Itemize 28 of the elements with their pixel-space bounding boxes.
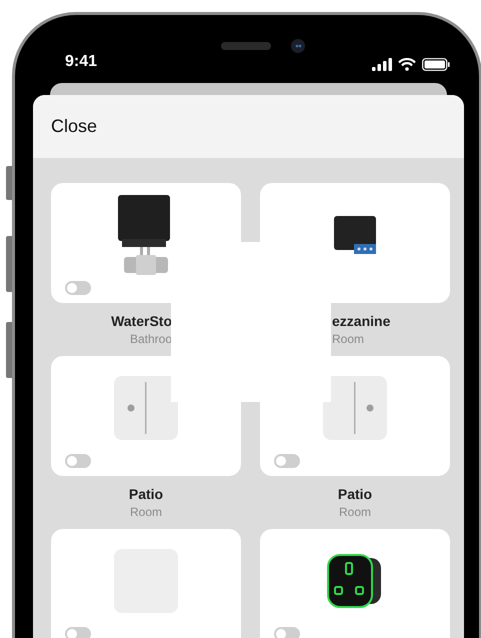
smart-plug-drawing bbox=[327, 554, 383, 608]
side-button[interactable] bbox=[6, 166, 12, 200]
device-name: Patio bbox=[128, 486, 164, 502]
signal-icon bbox=[372, 58, 392, 71]
toggle-switch[interactable] bbox=[274, 454, 300, 468]
device-card[interactable] bbox=[260, 529, 450, 638]
side-button[interactable] bbox=[6, 322, 12, 378]
toggle-switch[interactable] bbox=[65, 281, 91, 295]
status-time: 9:41 bbox=[65, 53, 98, 71]
close-button[interactable]: Close bbox=[51, 116, 98, 137]
device-name: ezzanine bbox=[332, 313, 390, 329]
wifi-icon bbox=[398, 58, 416, 71]
relay-drawing bbox=[334, 216, 376, 254]
toggle-switch[interactable] bbox=[65, 454, 91, 468]
device-name: WaterSto bbox=[111, 313, 172, 329]
room-name: Bathroo bbox=[130, 332, 172, 346]
room-name: Room bbox=[130, 505, 162, 519]
door-sensor-drawing bbox=[114, 376, 178, 440]
device-name: Patio bbox=[338, 486, 372, 502]
side-button[interactable] bbox=[6, 236, 12, 292]
toggle-switch[interactable] bbox=[65, 627, 91, 638]
battery-icon bbox=[422, 58, 450, 71]
camera-icon bbox=[291, 39, 305, 53]
room-name: Room bbox=[332, 332, 364, 346]
toggle-switch[interactable] bbox=[274, 627, 300, 638]
door-sensor-drawing bbox=[323, 376, 387, 440]
speaker-grille bbox=[221, 42, 271, 50]
room-name: Room bbox=[338, 505, 371, 519]
